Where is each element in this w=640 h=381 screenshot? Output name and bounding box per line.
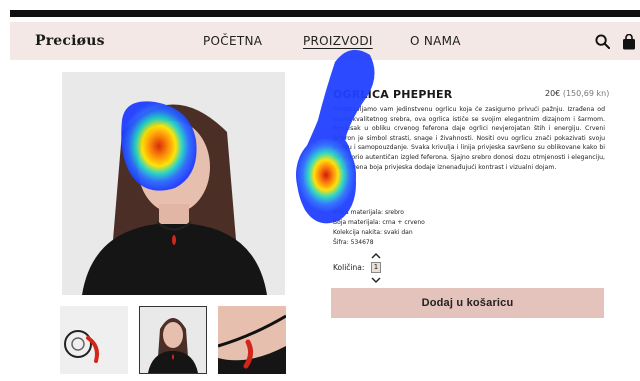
closeup-photo — [218, 306, 286, 374]
spec-material: Vrsta materijala: srebro — [333, 209, 404, 216]
product-thumbnail-2[interactable] — [139, 306, 207, 374]
search-icon[interactable] — [595, 34, 610, 49]
product-specs: Vrsta materijala: srebro Boja materijala… — [333, 208, 425, 248]
top-strip — [0, 0, 640, 18]
shopping-bag-icon[interactable] — [622, 34, 636, 50]
navbar: Preciøus POČETNA PROIZVODI O NAMA — [10, 22, 640, 60]
price-eur: 20€ — [545, 89, 561, 98]
spec-code: Šifra: 534678 — [333, 239, 374, 246]
browser-edge — [10, 10, 640, 17]
necklace-photo — [60, 306, 128, 374]
product-main-image[interactable] — [62, 72, 285, 295]
chevron-down-icon[interactable] — [371, 277, 381, 284]
nav-item-about[interactable]: O NAMA — [410, 34, 461, 48]
model-thumb-photo — [140, 307, 206, 373]
quantity-input[interactable]: 1 — [371, 262, 381, 273]
spec-collection: Kolekcija nakita: svaki dan — [333, 229, 413, 236]
nav-item-home[interactable]: POČETNA — [203, 34, 262, 48]
quantity-label: Količina: — [333, 263, 365, 272]
nav-item-products[interactable]: PROIZVODI — [303, 34, 373, 48]
price-kn: (150,69 kn) — [562, 89, 610, 98]
spec-color: Boja materijala: crna + crveno — [333, 219, 425, 226]
chevron-up-icon[interactable] — [371, 252, 381, 259]
brand-logo[interactable]: Preciøus — [35, 33, 105, 49]
product-thumbnail-3[interactable] — [218, 306, 286, 374]
product-description: Predstavljamo vam jedinstvenu ogrlicu ko… — [333, 106, 605, 171]
add-to-cart-button[interactable]: Dodaj u košaricu — [331, 288, 604, 318]
model-photo — [62, 72, 285, 295]
product-thumbnail-1[interactable] — [60, 306, 128, 374]
product-title: OGRLICA PHEPHER — [333, 88, 453, 101]
product-price: 20€ (150,69 kn) — [545, 89, 609, 98]
